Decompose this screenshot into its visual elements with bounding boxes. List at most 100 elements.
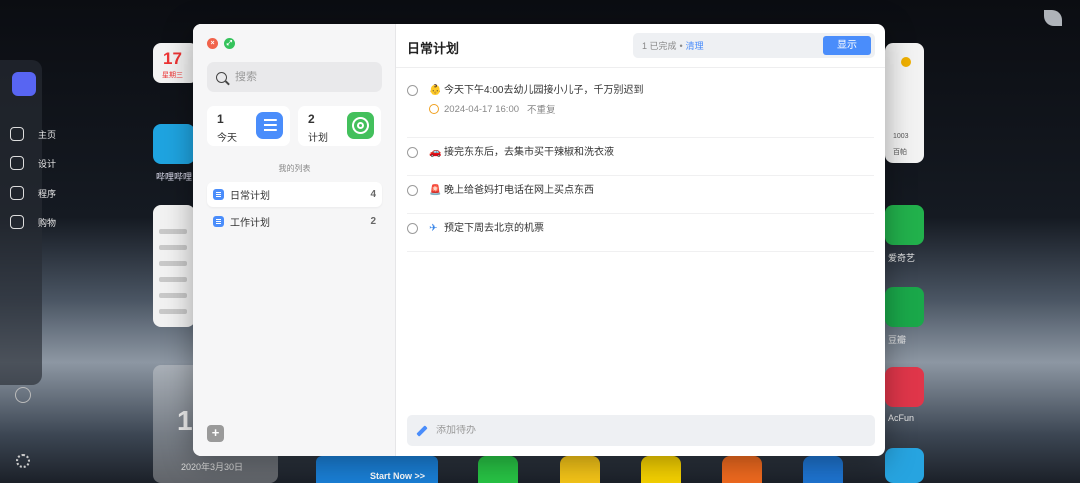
todo-checkbox[interactable] bbox=[407, 185, 418, 196]
my-lists: 日常计划 4 工作计划 2 bbox=[207, 182, 382, 236]
video-dock-icon[interactable] bbox=[722, 456, 762, 483]
todo-meta: 2024-04-17 16:00 不重复 bbox=[429, 102, 874, 116]
planned-card[interactable]: 2 计划 bbox=[298, 106, 381, 146]
desktop-nav-label: 主页 bbox=[38, 129, 57, 140]
today-label: 今天 bbox=[217, 133, 237, 144]
list-name: 日常计划 bbox=[230, 191, 270, 202]
home-icon bbox=[10, 127, 24, 141]
iqiyi-label: 爱奇艺 bbox=[888, 253, 916, 263]
list-name: 工作计划 bbox=[230, 218, 270, 229]
car-icon: 🚗 bbox=[429, 147, 442, 158]
desktop-nav-design[interactable]: 设计 bbox=[10, 156, 70, 170]
my-lists-heading: 我的列表 bbox=[278, 164, 311, 173]
desktop-nav-label: 程序 bbox=[38, 188, 57, 199]
todo-date: 2024-04-17 16:00 bbox=[444, 103, 520, 115]
music-dock-icon[interactable] bbox=[641, 456, 681, 483]
weather-sub: 百帕 bbox=[893, 149, 907, 156]
zoom-window-button[interactable]: ⤢ bbox=[224, 38, 235, 49]
list-item-work[interactable]: 工作计划 2 bbox=[207, 209, 382, 234]
list-count: 2 bbox=[370, 216, 376, 227]
add-todo-input[interactable] bbox=[436, 425, 836, 436]
completed-count: 1 已完成 bbox=[642, 41, 677, 51]
clear-completed-link[interactable]: 清理 bbox=[686, 39, 704, 52]
search-box[interactable] bbox=[207, 62, 382, 92]
todo-title: 晚上给爸妈打电话在网上买点东西 bbox=[444, 185, 594, 196]
bilibili-app-icon[interactable] bbox=[153, 124, 195, 164]
weather-value: 1003 bbox=[893, 133, 909, 140]
add-list-button[interactable]: + bbox=[207, 425, 224, 442]
desktop-logo-icon[interactable] bbox=[12, 72, 36, 96]
douban-app-icon[interactable] bbox=[885, 287, 924, 327]
shopping-icon bbox=[10, 215, 24, 229]
todo-item[interactable]: 🚨 晚上给爸妈打电话在网上买点东西 bbox=[407, 176, 874, 214]
today-count: 1 bbox=[217, 112, 224, 126]
weather-widget[interactable]: 1003 百帕 bbox=[885, 43, 924, 163]
desktop-nav-shopping[interactable]: 购物 bbox=[10, 215, 70, 229]
todo-text[interactable]: 👶 今天下午4:00去幼儿园接小儿子，千万别迟到 bbox=[429, 82, 874, 100]
target-icon bbox=[347, 112, 374, 139]
todo-text[interactable]: ✈ 预定下周去北京的机票 bbox=[429, 220, 874, 238]
baby-icon: 👶 bbox=[429, 85, 442, 96]
program-icon bbox=[10, 186, 24, 200]
calendar-widget[interactable]: 17 星期三 bbox=[153, 43, 198, 83]
completed-separator: • bbox=[679, 40, 683, 51]
todo-checkbox[interactable] bbox=[407, 223, 418, 234]
wechat-dock-icon[interactable] bbox=[478, 456, 518, 483]
acfun-label: AcFun bbox=[888, 413, 915, 423]
todo-checkbox[interactable] bbox=[407, 147, 418, 158]
design-icon bbox=[10, 156, 24, 170]
todo-text[interactable]: 🚗 接完东东后，去集市买干辣椒和洗衣液 bbox=[429, 144, 874, 162]
smart-lists: 1 今天 2 计划 bbox=[207, 106, 381, 146]
acfun-app-icon[interactable] bbox=[885, 367, 924, 407]
desktop-nav-label: 购物 bbox=[38, 217, 57, 228]
window-controls: × ⤢ bbox=[207, 38, 235, 49]
list-icon bbox=[213, 216, 224, 227]
completed-bar: 1 已完成 • 清理 显示 bbox=[633, 33, 875, 58]
list-header: 日常计划 1 已完成 • 清理 显示 bbox=[396, 24, 885, 68]
iqiyi-app-icon[interactable] bbox=[885, 205, 924, 245]
search-icon bbox=[216, 71, 227, 83]
todo-repeat: 不重复 bbox=[527, 105, 556, 116]
reminders-window: × ⤢ 1 今天 2 计划 我的列表 日常计划 bbox=[193, 24, 885, 456]
list-title: 日常计划 bbox=[407, 41, 460, 56]
desktop-add-icon[interactable] bbox=[15, 387, 31, 403]
desktop-nav-program[interactable]: 程序 bbox=[10, 186, 70, 200]
douban-label: 豆瓣 bbox=[888, 335, 907, 345]
todo-list: 👶 今天下午4:00去幼儿园接小儿子，千万别迟到 2024-04-17 16:00… bbox=[407, 76, 874, 252]
leaf-icon[interactable] bbox=[1044, 10, 1062, 26]
add-todo-bar[interactable] bbox=[407, 415, 875, 446]
desktop-gear-icon[interactable] bbox=[16, 454, 30, 468]
close-window-button[interactable]: × bbox=[207, 38, 218, 49]
app-dock-icon[interactable] bbox=[560, 456, 600, 483]
sun-icon bbox=[901, 57, 911, 67]
todo-title: 接完东东后，去集市买干辣椒和洗衣液 bbox=[444, 147, 614, 158]
todo-item[interactable]: 🚗 接完东东后，去集市买干辣椒和洗衣液 bbox=[407, 138, 874, 176]
todo-checkbox[interactable] bbox=[407, 85, 418, 96]
todo-widget[interactable] bbox=[153, 205, 195, 327]
search-input[interactable] bbox=[235, 71, 375, 83]
big-date-sub: 2020年3月30日 bbox=[181, 462, 244, 472]
today-card[interactable]: 1 今天 bbox=[207, 106, 290, 146]
list-count: 4 bbox=[370, 189, 376, 200]
todo-item[interactable]: 👶 今天下午4:00去幼儿园接小儿子，千万别迟到 2024-04-17 16:00… bbox=[407, 76, 874, 138]
list-icon bbox=[256, 112, 283, 139]
start-now-button[interactable]: Start Now >> bbox=[316, 456, 438, 483]
list-item-daily[interactable]: 日常计划 4 bbox=[207, 182, 382, 207]
browser-dock-icon[interactable] bbox=[803, 456, 843, 483]
show-completed-button[interactable]: 显示 bbox=[823, 36, 871, 55]
pencil-icon bbox=[416, 424, 428, 437]
list-detail: 日常计划 1 已完成 • 清理 显示 👶 今天下午4:00去幼儿园接小儿子，千万别… bbox=[396, 24, 885, 456]
todo-text[interactable]: 🚨 晚上给爸妈打电话在网上买点东西 bbox=[429, 182, 874, 200]
list-icon bbox=[213, 189, 224, 200]
bilibili-app-label: 哔哩哔哩 bbox=[156, 172, 193, 182]
planned-label: 计划 bbox=[308, 133, 328, 144]
calendar-weekday: 星期三 bbox=[162, 72, 183, 79]
todo-item[interactable]: ✈ 预定下周去北京的机票 bbox=[407, 214, 874, 252]
sidebar: × ⤢ 1 今天 2 计划 我的列表 日常计划 bbox=[193, 24, 396, 456]
big-date: 1 bbox=[177, 405, 193, 436]
desktop-nav-home[interactable]: 主页 bbox=[10, 127, 70, 141]
airplane-icon: ✈ bbox=[429, 223, 438, 234]
desktop-nav-label: 设计 bbox=[38, 158, 57, 169]
start-now-label: Start Now >> bbox=[370, 471, 426, 481]
app-dock-icon[interactable] bbox=[885, 448, 924, 483]
